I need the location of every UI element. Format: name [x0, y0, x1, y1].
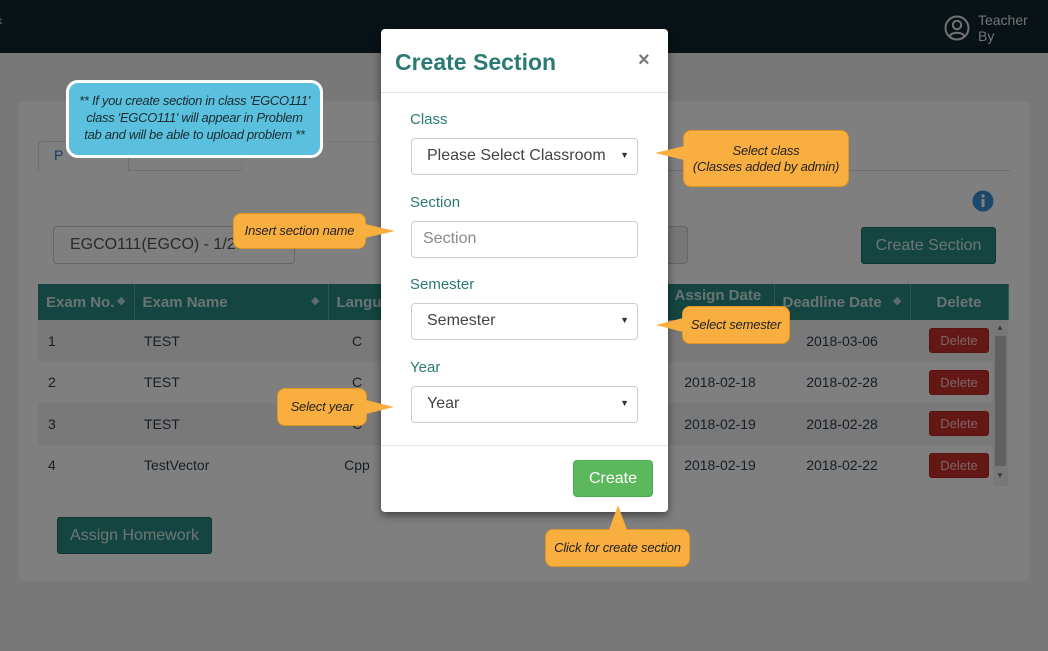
modal-title: Create Section: [395, 49, 557, 75]
select-year-pointer: [366, 400, 394, 414]
select-semester-callout: Select semester: [682, 306, 790, 344]
select-class-callout-line2: (Classes added by admin): [692, 158, 840, 174]
semester-dropdown[interactable]: Semester ▼: [411, 303, 638, 340]
class-label: Class: [410, 111, 448, 128]
click-create-pointer: [609, 505, 627, 530]
section-input[interactable]: Section: [411, 221, 638, 258]
year-label: Year: [410, 359, 441, 376]
create-button[interactable]: Create: [573, 460, 653, 497]
create-section-modal: Create Section × Class Please Select Cla…: [381, 29, 668, 512]
select-class-pointer: [655, 146, 684, 160]
modal-footer: [381, 445, 668, 446]
caret-down-icon: ▼: [620, 398, 629, 408]
section-label: Section: [410, 194, 461, 211]
year-dropdown-value: Year: [427, 395, 460, 412]
insert-section-pointer: [365, 224, 395, 238]
click-create-callout: Click for create section: [545, 529, 690, 567]
modal-header: Create Section ×: [381, 29, 668, 93]
select-class-callout: Select class (Classes added by admin): [683, 130, 849, 187]
info-note-callout: ** If you create section in class 'EGCO1…: [66, 80, 323, 158]
semester-dropdown-value: Semester: [427, 312, 496, 329]
select-year-callout: Select year: [277, 388, 367, 426]
select-semester-pointer: [656, 318, 683, 332]
semester-label: Semester: [410, 276, 475, 293]
class-dropdown-value: Please Select Classroom: [427, 147, 606, 164]
insert-section-callout: Insert section name: [233, 213, 366, 249]
caret-down-icon: ▼: [620, 150, 629, 160]
caret-down-icon: ▼: [620, 315, 629, 325]
class-dropdown[interactable]: Please Select Classroom ▼: [411, 138, 638, 175]
year-dropdown[interactable]: Year ▼: [411, 386, 638, 423]
close-icon[interactable]: ×: [638, 49, 650, 72]
select-class-callout-line1: Select class: [732, 142, 800, 158]
